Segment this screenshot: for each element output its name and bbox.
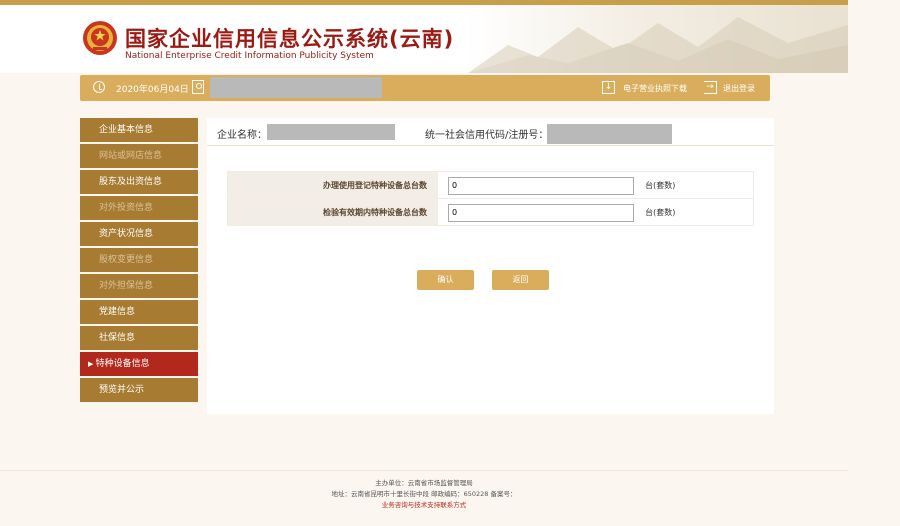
logout-icon[interactable]: → [704,81,717,94]
sidebar-item-basic-info[interactable]: 企业基本信息 [80,118,198,142]
download-icon[interactable]: ↓ [602,81,615,94]
site-header: 国家企业信用信息公示系统(云南) National Enterprise Cre… [0,5,848,73]
footer-address: 地址：云南省昆明市十里长街中段 邮政编码：650228 备案号： [331,490,517,498]
company-info-row: 企业名称： 统一社会信用代码/注册号： [207,118,774,146]
confirm-button[interactable]: 确认 [417,270,474,290]
info-bar: 2020年06月04日 ↓ 电子营业执照下载 → 退出登录 [80,75,770,101]
user-name-redacted [210,77,382,98]
registered-equipment-input[interactable] [448,176,634,195]
footer-sponsor: 主办单位：云南省市场监督管理局 [375,479,473,487]
sidebar-item-equity-change[interactable]: 股权变更信息 [80,248,198,272]
clock-icon [93,81,105,93]
sidebar-item-investment-info[interactable]: 对外投资信息 [80,196,198,220]
back-button[interactable]: 返回 [492,270,549,290]
sidebar-item-special-equipment[interactable]: 特种设备信息 [80,352,198,376]
national-emblem-icon [83,21,117,55]
logout-link[interactable]: 退出登录 [723,83,755,94]
registered-equipment-cell: 台(套数) [437,171,754,199]
sidebar-item-shareholder-info[interactable]: 股东及出资信息 [80,170,198,194]
user-icon [192,80,204,94]
sidebar-item-asset-info[interactable]: 资产状况信息 [80,222,198,246]
main-panel: 企业名称： 统一社会信用代码/注册号： 办理使用登记特种设备总台数 台(套数) … [207,118,774,414]
sidebar-item-party-building[interactable]: 党建信息 [80,300,198,324]
sidebar-item-preview-publish[interactable]: 预览并公示 [80,378,198,402]
form-row: 检验有效期内特种设备总台数 台(套数) [227,198,754,226]
valid-inspection-equipment-input[interactable] [448,203,634,222]
site-title: 国家企业信用信息公示系统(云南) [125,27,455,51]
footer-contact-link[interactable]: 业务咨询与技术支持联系方式 [0,500,848,511]
footer-divider [0,470,848,471]
equipment-form: 办理使用登记特种设备总台数 台(套数) 检验有效期内特种设备总台数 台(套数) [227,171,754,226]
current-date: 2020年06月04日 [116,85,189,95]
form-row: 办理使用登记特种设备总台数 台(套数) [227,171,754,199]
registered-equipment-label: 办理使用登记特种设备总台数 [227,171,438,199]
credit-code-redacted [547,124,672,144]
site-title-english: National Enterprise Credit Information P… [125,51,374,61]
sidebar-item-social-security[interactable]: 社保信息 [80,326,198,350]
unit-label: 台(套数) [645,208,676,218]
valid-inspection-equipment-label: 检验有效期内特种设备总台数 [227,198,438,226]
site-footer: 主办单位：云南省市场监督管理局 地址：云南省昆明市十里长街中段 邮政编码：650… [0,478,848,511]
company-name-redacted [267,124,395,140]
download-license-link[interactable]: 电子营业执照下载 [623,83,687,94]
sidebar-item-website-info[interactable]: 网站或网店信息 [80,144,198,168]
company-name-label: 企业名称： [217,130,267,141]
mountain-background [468,17,848,73]
sidebar-nav: 企业基本信息 网站或网店信息 股东及出资信息 对外投资信息 资产状况信息 股权变… [80,118,198,404]
unit-label: 台(套数) [645,181,676,191]
credit-code-label: 统一社会信用代码/注册号： [425,130,549,141]
sidebar-item-guarantee-info[interactable]: 对外担保信息 [80,274,198,298]
valid-inspection-equipment-cell: 台(套数) [437,198,754,226]
